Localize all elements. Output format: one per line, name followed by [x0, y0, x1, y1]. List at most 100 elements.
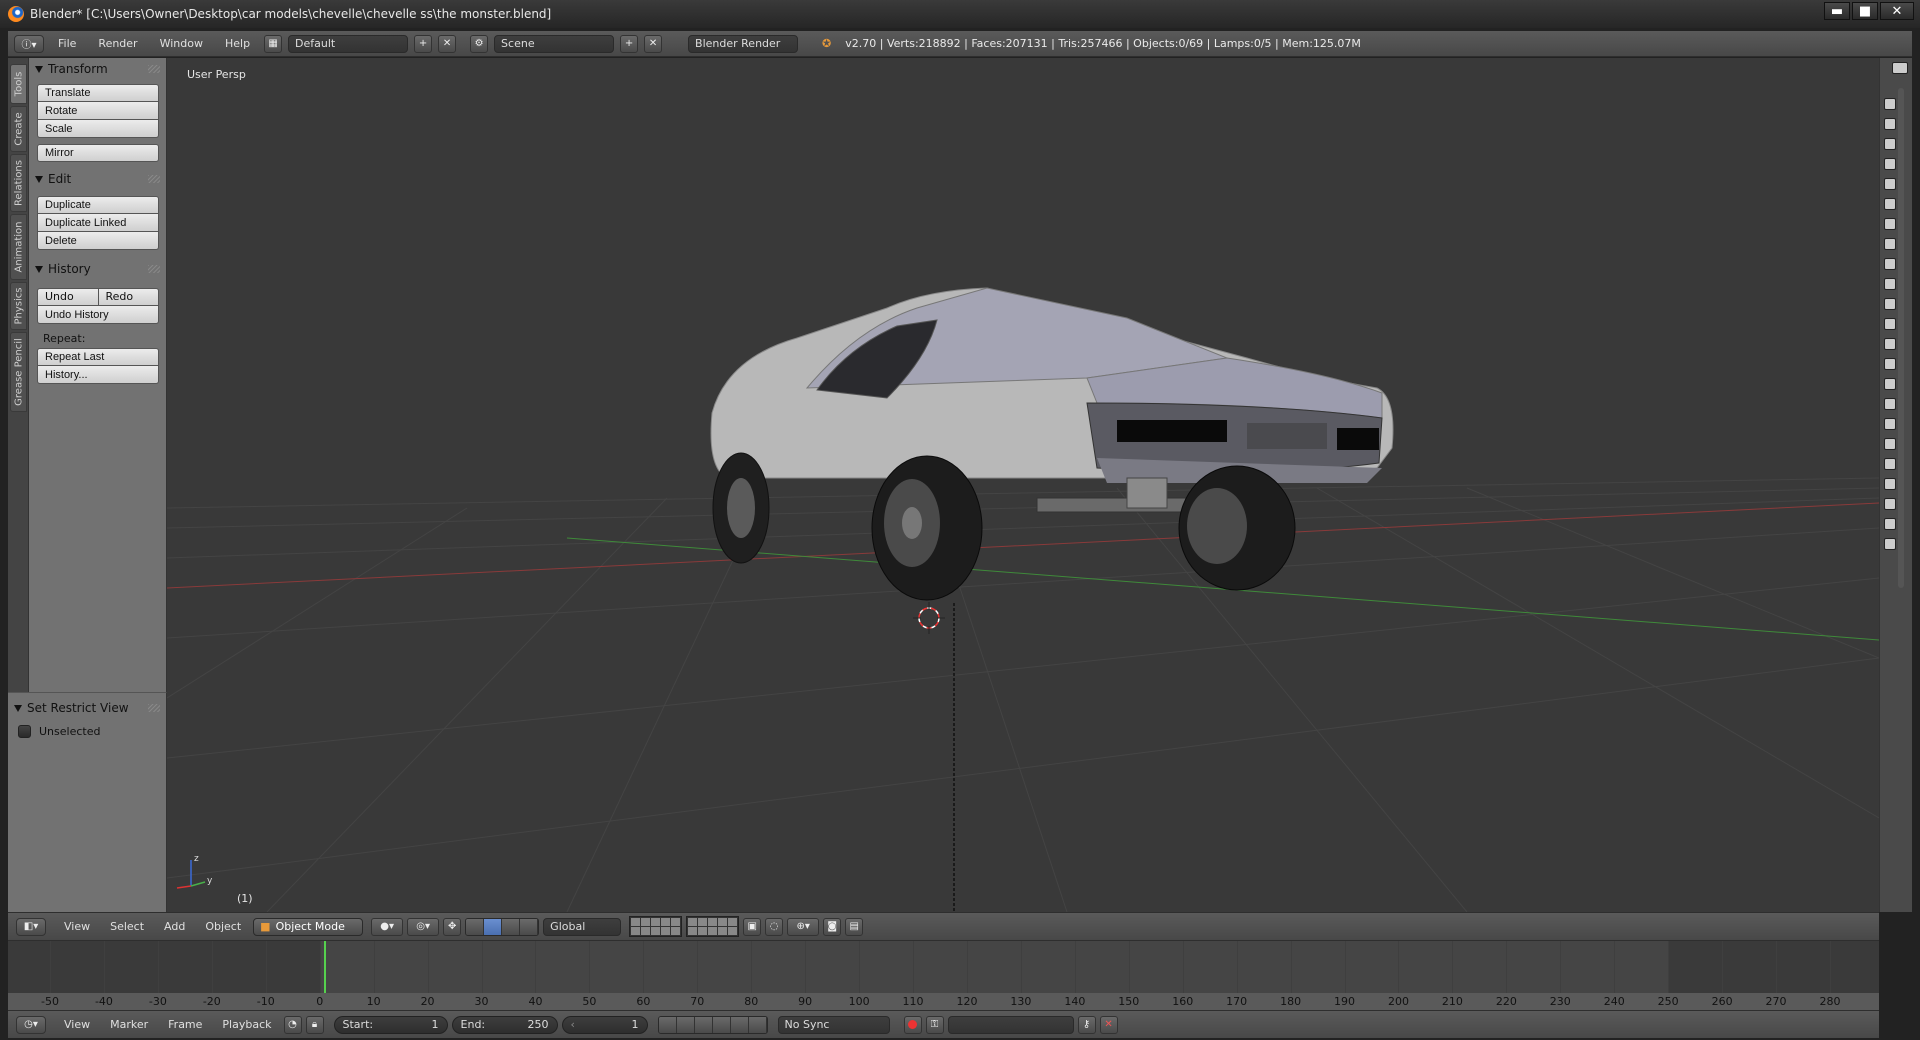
scale-button[interactable]: Scale [37, 120, 159, 138]
current-frame-indicator[interactable] [324, 941, 327, 993]
screen-layout-field[interactable]: Default [288, 34, 409, 53]
menu-add[interactable]: Add [156, 920, 193, 933]
screen-layout-icon[interactable]: ▦ [264, 34, 283, 53]
sync-dropdown[interactable]: No Sync [777, 1015, 890, 1034]
lock-time-cursor-icon[interactable]: 🔒︎ [305, 1015, 324, 1034]
region-toggle-icon[interactable] [1892, 62, 1908, 74]
region-item-icon[interactable] [1884, 278, 1896, 290]
3d-view-editor-type-button[interactable]: ◧▾ [16, 917, 46, 936]
scene-icon[interactable]: ⚙ [470, 34, 489, 53]
panel-grip-icon[interactable] [148, 265, 160, 273]
keying-set-icon[interactable]: ⚿ [925, 1015, 944, 1034]
redo-button[interactable]: Redo [98, 288, 159, 306]
remove-screen-icon[interactable]: ✕ [438, 34, 457, 53]
tl-menu-frame[interactable]: Frame [160, 1018, 210, 1031]
region-item-icon[interactable] [1884, 338, 1896, 350]
add-screen-icon[interactable]: + [414, 34, 433, 53]
pivot-point-dropdown[interactable]: ◎▾ [407, 917, 440, 936]
tl-menu-marker[interactable]: Marker [102, 1018, 156, 1031]
translate-manipulator-icon[interactable] [484, 918, 503, 935]
rotate-manipulator-icon[interactable] [502, 918, 521, 935]
transform-panel-header[interactable]: Transform [29, 58, 166, 80]
restrict-panel-header[interactable]: Set Restrict View [8, 697, 166, 719]
undo-history-button[interactable]: Undo History [37, 306, 159, 324]
delete-button[interactable]: Delete [37, 232, 159, 250]
jump-end-icon[interactable] [748, 1016, 767, 1033]
preview-range-icon[interactable]: ◔ [283, 1015, 302, 1034]
region-item-icon[interactable] [1884, 538, 1896, 550]
layers-group-1[interactable] [629, 916, 683, 937]
region-item-icon[interactable] [1884, 518, 1896, 530]
snap-dropdown[interactable]: ⊕▾ [787, 917, 820, 936]
menu-help[interactable]: Help [217, 37, 258, 50]
repeat-last-button[interactable]: Repeat Last [37, 348, 159, 366]
viewport-shading-dropdown[interactable]: ●▾ [371, 917, 404, 936]
region-item-icon[interactable] [1884, 138, 1896, 150]
minimize-button[interactable]: ▬ [1824, 2, 1850, 20]
region-item-icon[interactable] [1884, 298, 1896, 310]
region-item-icon[interactable] [1884, 258, 1896, 270]
unselected-checkbox[interactable] [18, 725, 31, 738]
region-item-icon[interactable] [1884, 498, 1896, 510]
mode-dropdown[interactable]: ■ Object Mode [253, 917, 364, 936]
duplicate-button[interactable]: Duplicate [37, 196, 159, 214]
unselected-option[interactable]: Unselected [18, 725, 156, 738]
manipulator-toggle-icon[interactable]: ✥ [443, 917, 462, 936]
3d-viewport[interactable]: z y User Persp (1) [167, 58, 1879, 912]
rotate-button[interactable]: Rotate [37, 102, 159, 120]
menu-window[interactable]: Window [152, 37, 211, 50]
tab-animation[interactable]: Animation [10, 214, 27, 280]
info-editor-type-button[interactable]: ⓘ▾ [14, 34, 44, 53]
region-item-icon[interactable] [1884, 378, 1896, 390]
car-model[interactable] [710, 287, 1394, 601]
undo-button[interactable]: Undo [37, 288, 99, 306]
delete-keyframe-icon[interactable]: ✕ [1099, 1015, 1118, 1034]
proportional-edit-icon[interactable]: ◌ [765, 917, 784, 936]
panel-grip-icon[interactable] [148, 175, 160, 183]
jump-keyframe-back-icon[interactable] [676, 1016, 695, 1033]
region-item-icon[interactable] [1884, 418, 1896, 430]
keying-set-field[interactable] [947, 1015, 1074, 1034]
timeline-editor[interactable]: -50 -40 -30 -20 -10 0 10 20 30 40 50 60 70 80 90 100 110… [8, 940, 1879, 1010]
region-item-icon[interactable] [1884, 478, 1896, 490]
menu-select[interactable]: Select [102, 920, 152, 933]
end-frame-field[interactable]: End: 250 [451, 1015, 558, 1034]
render-animation-icon[interactable]: ▤ [845, 917, 864, 936]
history-button[interactable]: History... [37, 366, 159, 384]
render-engine-dropdown[interactable]: Blender Render [688, 34, 799, 53]
region-item-icon[interactable] [1884, 118, 1896, 130]
current-frame-field[interactable]: ‹ 1 [561, 1015, 648, 1034]
timeline-ruler[interactable]: -50 -40 -30 -20 -10 0 10 20 30 40 50 60 70 80 90 100 110… [8, 993, 1879, 1010]
region-scrollbar[interactable] [1898, 88, 1904, 588]
lock-layers-icon[interactable]: ▣ [743, 917, 762, 936]
render-image-icon[interactable]: ◙ [823, 917, 842, 936]
region-item-icon[interactable] [1884, 218, 1896, 230]
transform-orientation-dropdown[interactable]: Global [543, 917, 622, 936]
region-item-icon[interactable] [1884, 318, 1896, 330]
region-item-icon[interactable] [1884, 458, 1896, 470]
tl-menu-view[interactable]: View [56, 1018, 98, 1031]
scene-field[interactable]: Scene [494, 34, 615, 53]
add-scene-icon[interactable]: + [620, 34, 639, 53]
tab-relations[interactable]: Relations [10, 154, 27, 212]
region-item-icon[interactable] [1884, 358, 1896, 370]
maximize-button[interactable]: ■ [1852, 2, 1878, 20]
menu-view[interactable]: View [56, 920, 98, 933]
jump-start-icon[interactable] [658, 1016, 677, 1033]
panel-grip-icon[interactable] [148, 65, 160, 73]
close-button[interactable]: ✕ [1880, 2, 1914, 20]
menu-file[interactable]: File [50, 37, 84, 50]
tl-menu-playback[interactable]: Playback [214, 1018, 279, 1031]
record-button[interactable] [903, 1015, 922, 1034]
region-item-icon[interactable] [1884, 198, 1896, 210]
jump-keyframe-forward-icon[interactable] [730, 1016, 749, 1033]
tab-create[interactable]: Create [10, 106, 27, 152]
tab-tools[interactable]: Tools [10, 64, 27, 104]
start-frame-field[interactable]: Start: 1 [333, 1015, 448, 1034]
tab-physics[interactable]: Physics [10, 282, 27, 330]
timeline-editor-type-button[interactable]: ◷▾ [16, 1015, 46, 1034]
region-item-icon[interactable] [1884, 398, 1896, 410]
region-item-icon[interactable] [1884, 238, 1896, 250]
menu-object[interactable]: Object [197, 920, 249, 933]
remove-scene-icon[interactable]: ✕ [644, 34, 663, 53]
